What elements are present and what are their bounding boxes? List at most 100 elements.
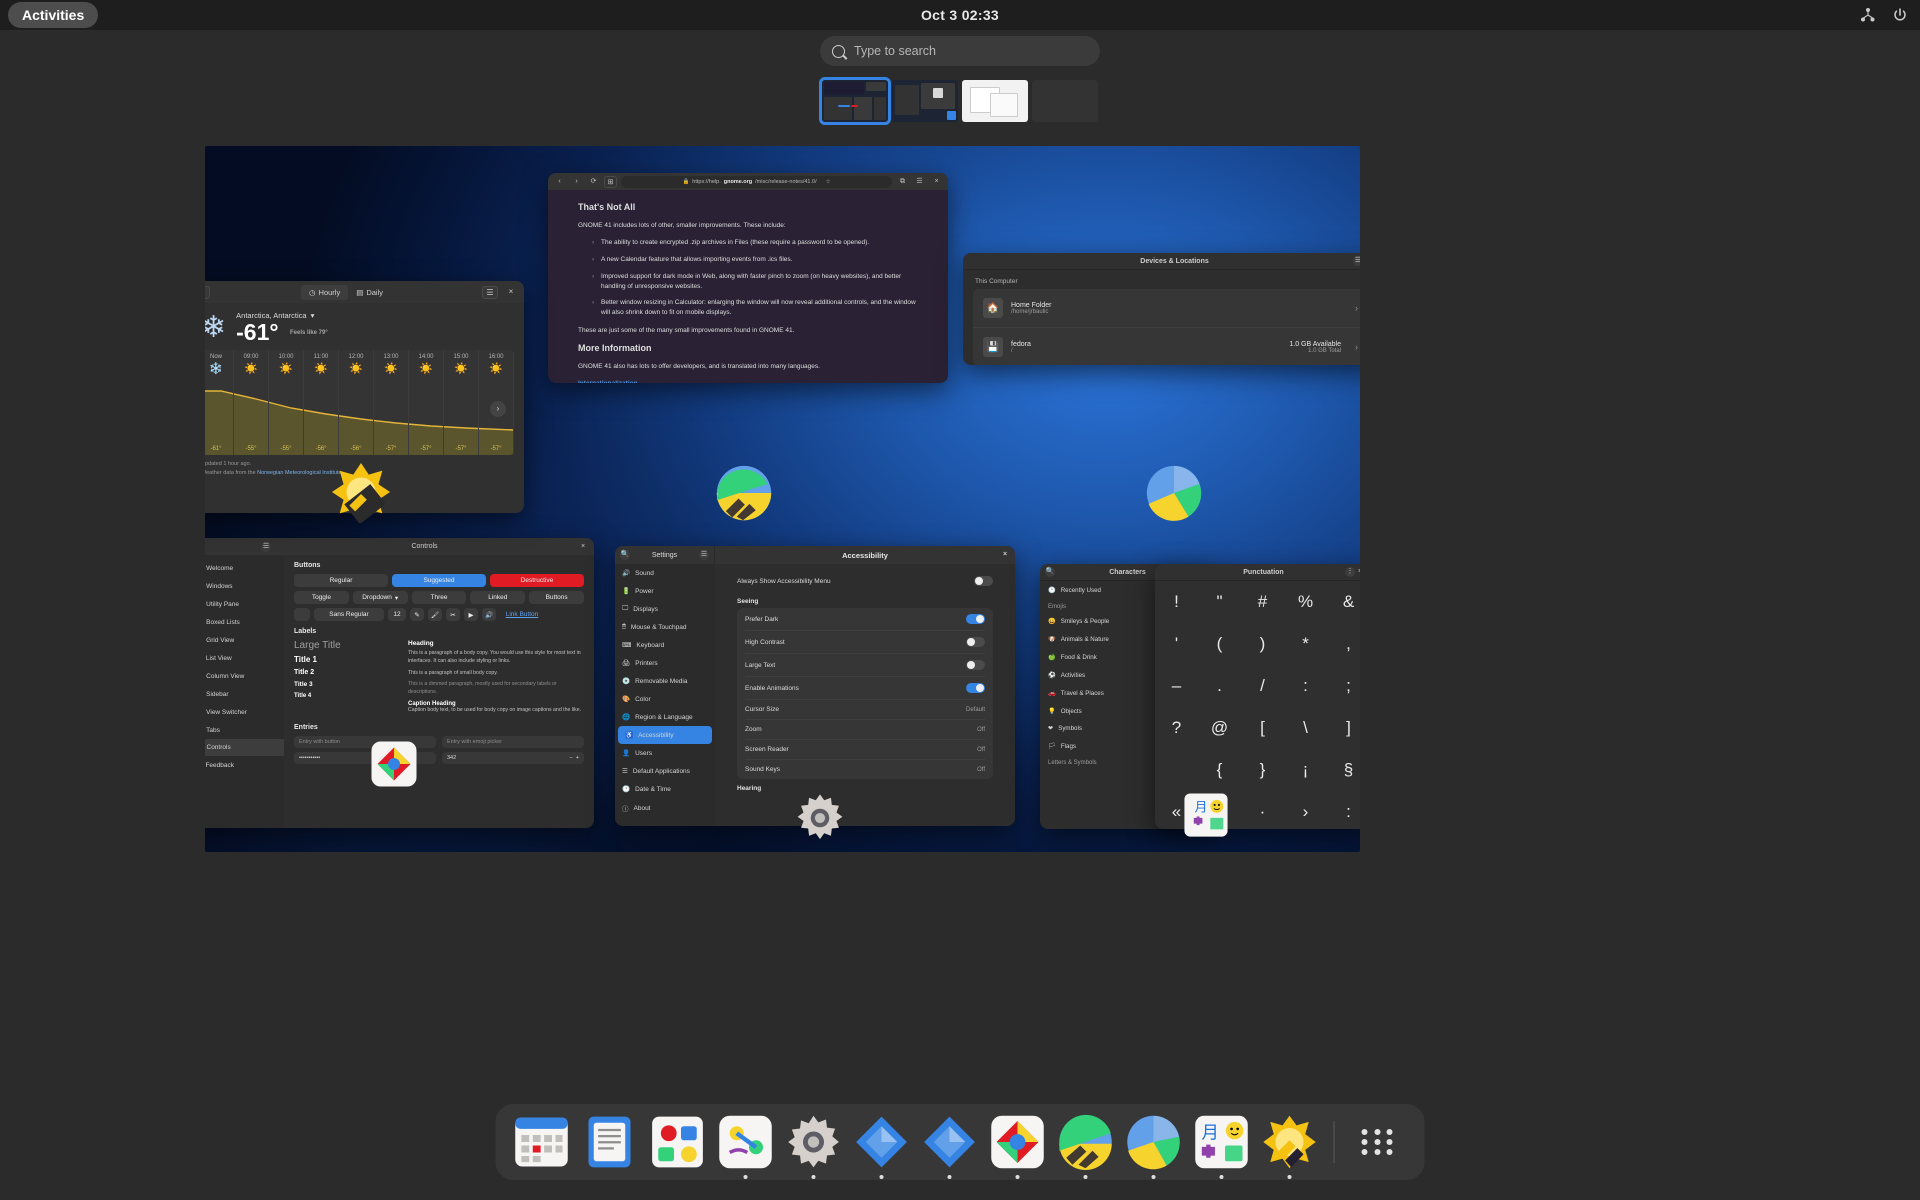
screen-reader-row[interactable]: Screen Reader Off [745,739,985,759]
sidebar-item-sound[interactable]: 🔊 Sound [615,564,715,582]
sidebar-item-controls[interactable]: ▬Controls [205,739,284,756]
glyph-cell[interactable]: › [1284,791,1327,829]
cursor-size-row[interactable]: Cursor Size Default [745,699,985,719]
paint-icon[interactable]: 🖌 [428,608,442,621]
cut-icon[interactable]: ✂ [446,608,460,621]
spin-button[interactable]: 342 − + [442,751,584,764]
prefer-dark-row[interactable]: Prefer Dark [745,608,985,630]
sidebar-item-mouse-touchpad[interactable]: 🖱 Mouse & Touchpad [615,618,715,636]
link-internationalization[interactable]: Internationalization [578,380,918,383]
browser-toolbar[interactable]: ‹ › ⟳ ⊞ 🔒 https://help. gnome.org/misc/re… [548,173,948,190]
search-icon[interactable]: 🔍 [1045,567,1055,577]
sound-keys-row[interactable]: Sound Keys Off [745,759,985,779]
glyph-cell[interactable]: § [1327,749,1360,791]
sidebar-item-removable-media[interactable]: 💿 Removable Media [615,672,715,690]
volume-icon[interactable]: 🔊 [482,608,496,621]
sidebar-item-sidebar[interactable]: ▤Sidebar [205,685,284,703]
font-size-value[interactable]: 12 [388,608,406,621]
sidebar-item-printers[interactable]: 🖨 Printers [615,654,715,672]
activities-button[interactable]: Activities [8,2,99,28]
address-bar[interactable]: 🔒 https://help. gnome.org/misc/release-no… [621,175,892,188]
glyph-cell[interactable]: ! [1155,581,1198,623]
glyph-cell[interactable]: [ [1241,707,1284,749]
reload-icon[interactable]: ⟳ [587,176,600,188]
sidebar-item-tabs[interactable]: ▢Tabs [205,721,284,739]
sidebar-item-color[interactable]: 🎨 Color [615,690,715,708]
always-show-menu-toggle[interactable] [974,576,993,586]
weather-hourly-chart[interactable]: Now ❄️ -61° 09:00 ☀️ -55° 10:00 ☀️ -55° … [205,350,514,456]
back-icon[interactable]: ‹ [553,176,566,188]
show-applications-button[interactable] [1351,1114,1407,1170]
workspace-thumbnails[interactable] [819,77,1098,125]
buttons-button[interactable]: Buttons [529,591,584,604]
color-swatch-button[interactable] [294,608,310,621]
window-web-release-notes[interactable]: ‹ › ⟳ ⊞ 🔒 https://help. gnome.org/misc/re… [548,173,948,383]
always-show-accessibility-menu-row[interactable]: Always Show Accessibility Menu [737,570,993,592]
sidebar-item-displays[interactable]: 🖵 Displays [615,600,715,618]
sidebar-item-default-applications[interactable]: ☰ Default Applications [615,762,715,780]
glyph-cell[interactable]: – [1155,665,1198,707]
search-icon[interactable]: 🔍 [620,550,630,560]
controls-headerbar[interactable]: 🔍 ☰ Controls × [205,538,594,555]
entry-with-emoji-picker[interactable]: Entry with emoji picker [442,735,584,748]
dash-app-files[interactable] [1126,1114,1182,1179]
glyph-cell[interactable]: { [1198,749,1241,791]
enable-animations-row[interactable]: Enable Animations [745,676,985,699]
glyph-cell[interactable]: . [1198,665,1241,707]
font-button[interactable]: Sans Regular [314,608,384,621]
weather-view-switcher[interactable]: ◷ Hourly ▤ Daily [301,284,391,300]
controls-sidebar[interactable]: ▣Welcome ▣Windows ▤Utility Pane ▥Boxed L… [205,555,284,828]
browser-close-icon[interactable]: × [930,176,943,188]
controls-close-icon[interactable]: × [578,542,588,552]
dash-app-image-viewer[interactable] [990,1114,1046,1179]
glyph-cell[interactable] [1155,749,1198,791]
sidebar-item-keyboard[interactable]: ⌨ Keyboard [615,636,715,654]
punctuation-more-icon[interactable]: ⋮ [1345,567,1355,577]
toggle-button[interactable]: Toggle [294,591,349,604]
tabs-overview-icon[interactable]: ⧉ [896,176,909,188]
list-item[interactable]: 💾 fedora / 1.0 GB Available 1.0 GB Total… [973,327,1360,365]
glyph-cell[interactable]: / [1241,665,1284,707]
settings-headerbar[interactable]: 🔍 Settings ☰ Accessibility × [615,546,1015,564]
destructive-button[interactable]: Destructive [490,574,584,587]
browser-menu-icon[interactable]: ☰ [913,176,926,188]
high-contrast-row[interactable]: High Contrast [745,630,985,653]
sidebar-item-list-view[interactable]: ☰List View [205,649,284,667]
sidebar-item-date-time[interactable]: 🕐 Date & Time [615,780,715,798]
sidebar-item-grid-view[interactable]: ▦Grid View [205,631,284,649]
files-headerbar[interactable]: Devices & Locations ☰ × [963,253,1360,270]
glyph-cell[interactable]: , [1327,623,1360,665]
glyph-cell[interactable]: \ [1284,707,1327,749]
workspace-thumb-2[interactable] [892,80,958,122]
sidebar-item-accessibility[interactable]: ♿ Accessibility [618,726,712,744]
dash-app-weather[interactable] [1262,1114,1318,1179]
dash-app-settings[interactable] [786,1114,842,1179]
dash-app-adwaita-demo-2[interactable] [922,1114,978,1179]
punctuation-close-icon[interactable]: × [1355,567,1360,577]
window-files-devices[interactable]: Devices & Locations ☰ × This Computer 🏠 … [963,253,1360,365]
zoom-row[interactable]: Zoom Off [745,719,985,739]
glyph-cell[interactable]: } [1241,749,1284,791]
glyph-cell[interactable]: : [1284,665,1327,707]
sidebar-item-power[interactable]: 🔋 Power [615,582,715,600]
linked-button[interactable]: Linked [470,591,526,604]
forward-icon[interactable]: › [570,176,583,188]
large-text-row[interactable]: Large Text [745,653,985,676]
prefer-dark-toggle[interactable] [966,614,985,624]
three-button[interactable]: Three [411,591,467,604]
play-icon[interactable]: ▶ [464,608,478,621]
sidebar-item-feedback[interactable]: ❢Feedback [205,756,284,774]
glyph-cell[interactable]: ( [1198,623,1241,665]
punctuation-headerbar[interactable]: Punctuation ⋮ × [1155,564,1360,581]
status-area[interactable] [1860,7,1908,23]
sidebar-item-region-language[interactable]: 🌐 Region & Language [615,708,715,726]
dash-app-builder[interactable] [718,1114,774,1179]
controls-menu-icon[interactable]: ☰ [261,541,271,552]
files-menu-icon[interactable]: ☰ [1353,256,1360,266]
glyph-cell[interactable]: @ [1198,707,1241,749]
glyph-cell[interactable]: " [1198,581,1241,623]
weather-close-icon[interactable]: × [503,286,519,299]
spin-stepper[interactable]: − + [570,755,579,761]
list-item[interactable]: 🏠 Home Folder /home/jrbaulic › [973,289,1360,327]
dash-app-text-editor[interactable] [582,1114,638,1170]
